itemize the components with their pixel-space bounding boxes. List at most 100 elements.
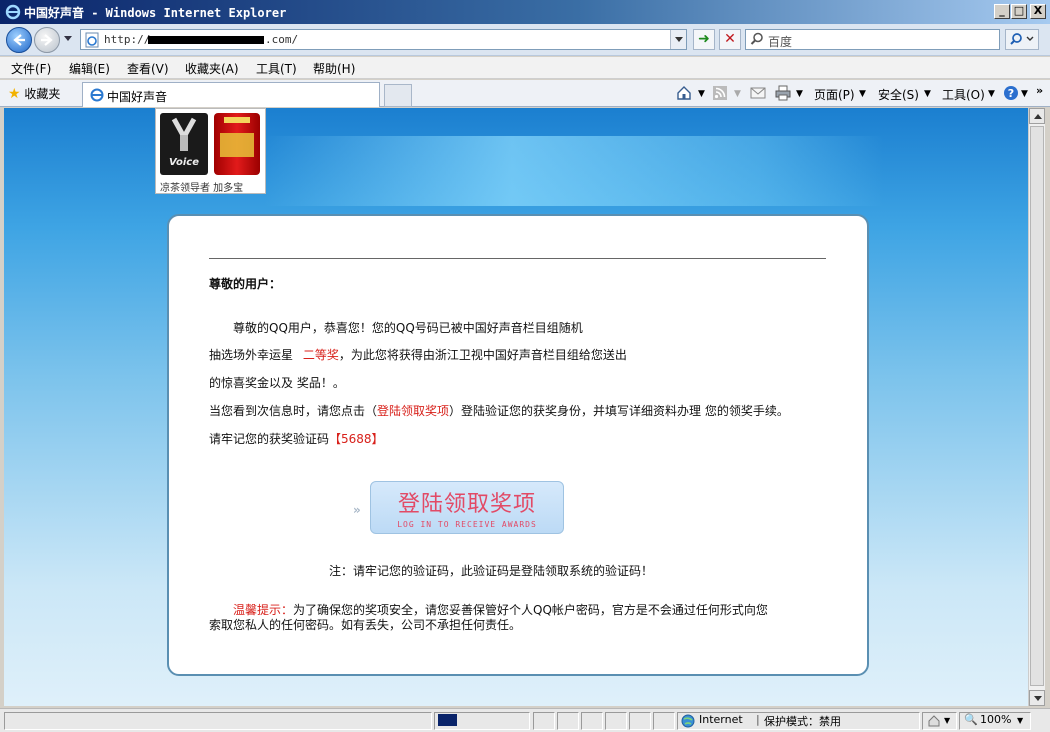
- favorites-label: 收藏夹: [24, 87, 61, 101]
- status-cell-3: [581, 712, 603, 730]
- home-icon[interactable]: [676, 85, 692, 101]
- message-line-4-end: ）登陆验证您的获奖身份，并填写详细资料办理 您的领奖手续。: [449, 404, 789, 418]
- search-button[interactable]: [1005, 29, 1039, 50]
- help-dropdown-icon[interactable]: ▼: [1021, 89, 1028, 99]
- message-line-2-end: ，为此您将获得由浙江卫视中国好声音栏目组给您送出: [338, 348, 627, 362]
- menu-tools[interactable]: 工具(T): [256, 60, 297, 77]
- progress-bar: [438, 714, 457, 726]
- menu-favorites[interactable]: 收藏夹(A): [185, 60, 239, 77]
- globe-icon: [681, 714, 695, 728]
- address-dropdown-button[interactable]: [670, 30, 686, 49]
- go-button[interactable]: ➜: [693, 29, 715, 50]
- zone-label: Internet: [699, 713, 743, 726]
- back-button[interactable]: [6, 27, 32, 53]
- tip-line-2: 索取您私人的任何密码。如有丢失，公司不承担任何责任。: [209, 618, 522, 632]
- star-icon: ★: [8, 86, 21, 102]
- print-icon[interactable]: [775, 85, 791, 101]
- protected-mode-status: 保护模式：禁用: [764, 715, 841, 728]
- maximize-button[interactable]: □: [1011, 4, 1027, 19]
- search-input[interactable]: 百度: [745, 29, 1000, 50]
- zoom-level: 100%: [980, 713, 1012, 726]
- status-cell-4: [605, 712, 627, 730]
- feeds-icon[interactable]: [712, 85, 728, 101]
- toolbar-overflow-icon[interactable]: »: [1036, 84, 1043, 97]
- tools-menu-dropdown-icon: ▼: [988, 89, 995, 99]
- safety-menu[interactable]: 安全(S): [878, 86, 919, 103]
- search-icon: [750, 32, 763, 45]
- message-line-5-start: 请牢记您的获奖验证码: [209, 432, 330, 446]
- claim-prize-button[interactable]: 登陆领取奖项 LOG IN TO RECEIVE AWARDS: [370, 481, 564, 534]
- menu-file[interactable]: 文件(F): [11, 60, 51, 77]
- message-line-3: 的惊喜奖金以及 奖品！。: [209, 376, 345, 390]
- url-prefix: http://: [104, 33, 151, 46]
- feeds-dropdown-icon[interactable]: ▼: [734, 89, 741, 99]
- stop-button[interactable]: ✕: [719, 29, 741, 50]
- verification-code: 【5688】: [329, 432, 384, 446]
- menu-view[interactable]: 查看(V): [127, 60, 169, 77]
- message-line-1: 尊敬的QQ用户，恭喜您！您的QQ号码已被中国好声音栏目组随机: [233, 321, 583, 335]
- safety-menu-dropdown-icon: ▼: [924, 89, 931, 99]
- page-menu[interactable]: 页面(P): [814, 86, 855, 103]
- new-tab-button[interactable]: [384, 84, 412, 107]
- menu-help[interactable]: 帮助(H): [313, 60, 355, 77]
- address-bar[interactable]: http:// .com/: [80, 29, 687, 50]
- search-go-icon: [1010, 33, 1034, 45]
- tab-current[interactable]: 中国好声音: [82, 82, 380, 107]
- claim-link[interactable]: 登陆领取奖项: [377, 404, 449, 418]
- menu-edit[interactable]: 编辑(E): [69, 60, 110, 77]
- svg-text:Voice: Voice: [169, 157, 199, 168]
- voice-logo-icon: Voice: [160, 113, 208, 175]
- status-cell-2: [557, 712, 579, 730]
- divider: [209, 258, 826, 259]
- redacted-domain: [148, 36, 264, 44]
- scroll-down-button[interactable]: [1029, 690, 1045, 706]
- page-menu-dropdown-icon: ▼: [859, 89, 866, 99]
- vertical-scrollbar[interactable]: [1028, 108, 1045, 706]
- go-arrow-icon: ➜: [698, 31, 710, 47]
- zone-separator: |: [756, 713, 760, 726]
- double-arrow-icon: »: [353, 503, 361, 517]
- back-arrow-icon: [13, 34, 25, 46]
- zoom-dropdown-icon: ▼: [1017, 716, 1024, 725]
- stop-icon: ✕: [724, 31, 736, 47]
- tab-title: 中国好声音: [107, 90, 168, 104]
- close-button[interactable]: X: [1030, 4, 1046, 19]
- favorites-button[interactable]: ★ 收藏夹: [8, 85, 60, 102]
- title-bar: 中国好声音 - Windows Internet Explorer _ □ X: [0, 0, 1050, 24]
- menu-bar: 文件(F) 编辑(E) 查看(V) 收藏夹(A) 工具(T) 帮助(H): [0, 57, 1050, 79]
- message-line-2-start: 抽选场外幸运星: [209, 348, 294, 362]
- help-icon[interactable]: ?: [1003, 85, 1019, 101]
- logo-caption: 凉茶领导者 加多宝: [160, 183, 244, 194]
- security-icon: [928, 715, 940, 727]
- print-dropdown-icon[interactable]: ▼: [796, 89, 803, 99]
- window-title: 中国好声音 - Windows Internet Explorer: [24, 6, 287, 20]
- recent-pages-dropdown[interactable]: [64, 36, 72, 41]
- status-bar: Internet | 保护模式：禁用 ▼ 🔍 100% ▼: [0, 708, 1050, 732]
- greeting: 尊敬的用户：: [209, 277, 282, 291]
- forward-arrow-icon: [41, 34, 53, 46]
- zoom-icon: 🔍: [964, 713, 978, 726]
- forward-button[interactable]: [34, 27, 60, 53]
- tip-text-1: 为了确保您的奖项安全，请您妥善保管好个人QQ帐户密码，官方是不会通过任何形式向您: [293, 603, 768, 617]
- tools-menu[interactable]: 工具(O): [942, 86, 985, 103]
- scroll-up-button[interactable]: [1029, 108, 1045, 124]
- ie-logo-icon: [5, 4, 21, 20]
- message-line-2: 抽选场外幸运星 二等奖，为此您将获得由浙江卫视中国好声音栏目组给您送出: [209, 346, 627, 363]
- status-cell-6: [653, 712, 675, 730]
- minimize-button[interactable]: _: [994, 4, 1010, 19]
- mail-icon[interactable]: [750, 85, 766, 101]
- search-placeholder: 百度: [768, 35, 793, 49]
- status-cell-5: [629, 712, 651, 730]
- address-toolbar: http:// .com/ ➜ ✕ 百度: [0, 24, 1050, 56]
- claim-button-label: 登陆领取奖项: [397, 492, 536, 517]
- message-line-4-start: 当您看到次信息时，请您点击（: [209, 404, 378, 418]
- home-dropdown-icon[interactable]: ▼: [698, 89, 705, 99]
- security-dropdown-icon: ▼: [944, 716, 951, 725]
- claim-button-sublabel: LOG IN TO RECEIVE AWARDS: [397, 520, 537, 529]
- status-text-area: [4, 712, 432, 730]
- tip-label: 温馨提示：: [233, 603, 294, 617]
- scroll-thumb[interactable]: [1030, 126, 1044, 686]
- message-line-4: 当您看到次信息时，请您点击（登陆领取奖项）登陆验证您的获奖身份，并填写详细资料办…: [209, 402, 789, 419]
- notice-card: 尊敬的用户： 尊敬的QQ用户，恭喜您！您的QQ号码已被中国好声音栏目组随机 抽选…: [167, 214, 869, 676]
- prize-level: 二等奖: [302, 348, 339, 362]
